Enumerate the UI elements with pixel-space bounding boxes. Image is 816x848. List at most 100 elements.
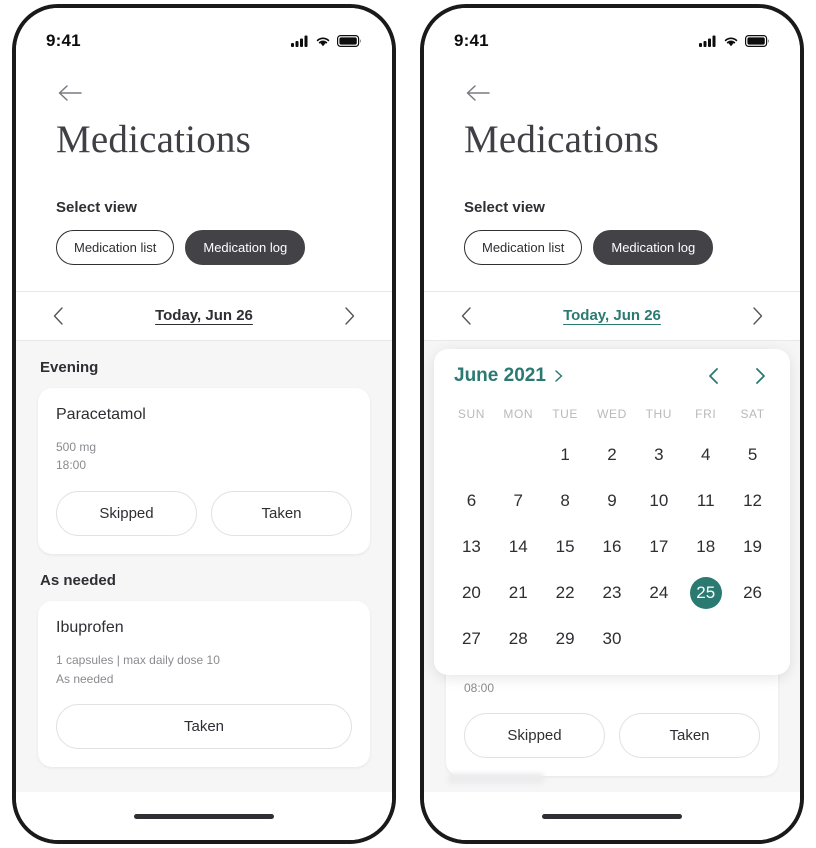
calendar-grid[interactable]: SUN MON TUE WED THU FRI SAT 1 2 3 4 5 6 7 8 9 10 11 12 13 14…: [448, 401, 776, 661]
calendar-day[interactable]: 2: [589, 433, 636, 477]
back-arrow-icon[interactable]: [464, 82, 492, 104]
calendar-day[interactable]: 8: [542, 479, 589, 523]
battery-icon: [745, 35, 770, 47]
calendar-day[interactable]: 20: [448, 571, 495, 615]
calendar-day[interactable]: 28: [495, 617, 542, 661]
chevron-right-icon: [555, 370, 563, 382]
chevron-left-icon[interactable]: [48, 305, 70, 327]
medication-action-row: Skipped Taken: [56, 491, 352, 537]
calendar-day[interactable]: 3: [635, 433, 682, 477]
calendar-day[interactable]: 15: [542, 525, 589, 569]
status-icons: [291, 35, 362, 47]
calendar-day-number: 27: [461, 628, 481, 648]
phone-right: 9:41 Medications Select view Medication …: [420, 4, 804, 844]
calendar-day[interactable]: 5: [729, 433, 776, 477]
medication-log-scroll[interactable]: Evening Paracetamol 500 mg 18:00 Skipped…: [16, 340, 392, 792]
calendar-day-number: 24: [649, 582, 669, 602]
calendar-day-number: 21: [508, 582, 528, 602]
calendar-day[interactable]: 24: [635, 571, 682, 615]
calendar-month-label: June 2021: [454, 364, 546, 386]
calendar-day-header: SAT: [740, 406, 765, 421]
calendar-day-number: 29: [555, 628, 575, 648]
calendar-day[interactable]: 11: [682, 479, 729, 523]
current-date-label[interactable]: Today, Jun 26: [155, 307, 253, 324]
calendar-day[interactable]: 6: [448, 479, 495, 523]
chevron-left-icon[interactable]: [704, 366, 724, 386]
calendar-day-number: 22: [555, 582, 575, 602]
app-header-right: Medications Select view Medication list …: [424, 60, 800, 291]
calendar-day[interactable]: 18: [682, 525, 729, 569]
chip-medication-list[interactable]: Medication list: [56, 229, 175, 265]
section-title-evening: Evening: [40, 358, 99, 376]
calendar-day[interactable]: 22: [542, 571, 589, 615]
calendar-popover: June 2021 SUN MON TUE WED THU FRI SAT 1 …: [434, 348, 790, 675]
chevron-right-icon[interactable]: [750, 366, 770, 386]
chevron-right-icon[interactable]: [338, 305, 360, 327]
calendar-day[interactable]: 29: [542, 617, 589, 661]
medication-time: 18:00: [56, 458, 87, 473]
medication-action-row: Taken: [56, 704, 352, 750]
screen-right: 9:41 Medications Select view Medication …: [424, 8, 800, 840]
calendar-day-number: 23: [602, 582, 622, 602]
skipped-button[interactable]: Skipped: [464, 713, 605, 759]
chevron-left-icon[interactable]: [456, 305, 478, 327]
medication-name: Ibuprofen: [56, 619, 124, 637]
status-bar: 9:41: [424, 8, 800, 60]
calendar-day[interactable]: 27: [448, 617, 495, 661]
chip-medication-log[interactable]: Medication log: [593, 229, 714, 265]
calendar-day[interactable]: 9: [589, 479, 636, 523]
chip-medication-log[interactable]: Medication log: [185, 229, 306, 265]
app-header-left: Medications Select view Medication list …: [16, 60, 392, 291]
calendar-day-selected[interactable]: 25: [682, 571, 729, 615]
status-time: 9:41: [46, 31, 81, 50]
page-title: Medications: [56, 118, 251, 161]
calendar-day[interactable]: 14: [495, 525, 542, 569]
medication-log-scroll[interactable]: 08:00 Skipped Taken June 2021 SUN MON TU…: [424, 340, 800, 792]
skipped-button[interactable]: Skipped: [56, 491, 197, 537]
calendar-day[interactable]: 19: [729, 525, 776, 569]
chevron-right-icon[interactable]: [746, 305, 768, 327]
calendar-day-number: 20: [461, 582, 481, 602]
calendar-day-number: 4: [700, 444, 711, 464]
screen-left: 9:41 Medications Select view Medication …: [16, 8, 392, 840]
calendar-day-empty: [495, 433, 542, 477]
calendar-day[interactable]: 7: [495, 479, 542, 523]
taken-button[interactable]: Taken: [619, 713, 760, 759]
calendar-day[interactable]: 13: [448, 525, 495, 569]
calendar-day[interactable]: 17: [635, 525, 682, 569]
status-bar: 9:41: [16, 8, 392, 60]
calendar-day[interactable]: 10: [635, 479, 682, 523]
calendar-day-number: 7: [513, 490, 523, 510]
calendar-day-number: 8: [560, 490, 570, 510]
medication-card-ibuprofen: Ibuprofen 1 capsules | max daily dose 10…: [38, 601, 370, 768]
calendar-month-selector[interactable]: June 2021: [454, 365, 565, 387]
current-date-label[interactable]: Today, Jun 26: [563, 307, 661, 324]
calendar-day[interactable]: 16: [589, 525, 636, 569]
calendar-day[interactable]: 1: [542, 433, 589, 477]
calendar-day[interactable]: 23: [589, 571, 636, 615]
calendar-day[interactable]: 30: [589, 617, 636, 661]
select-view-label: Select view: [56, 198, 137, 216]
calendar-day-number: 15: [555, 536, 575, 556]
taken-button[interactable]: Taken: [211, 491, 352, 537]
calendar-day-number: 30: [602, 628, 622, 648]
calendar-day-number: 6: [466, 490, 477, 510]
calendar-day[interactable]: 26: [729, 571, 776, 615]
calendar-day-number: 5: [747, 444, 758, 464]
select-view-label: Select view: [464, 198, 545, 216]
phone-left: 9:41 Medications Select view Medication …: [12, 4, 396, 844]
back-arrow-icon[interactable]: [56, 82, 84, 104]
calendar-day[interactable]: 4: [682, 433, 729, 477]
medication-time: 08:00: [464, 680, 495, 695]
taken-button[interactable]: Taken: [56, 704, 352, 750]
cellular-signal-icon: [699, 35, 716, 47]
calendar-day-header: SUN: [457, 406, 485, 421]
home-indicator-area: [16, 792, 392, 840]
calendar-header: June 2021: [448, 365, 776, 387]
chip-medication-list[interactable]: Medication list: [464, 229, 583, 265]
dual-phone-mockup: 9:41 Medications Select view Medication …: [0, 0, 816, 848]
calendar-day[interactable]: 21: [495, 571, 542, 615]
calendar-day-number: 13: [461, 536, 481, 556]
calendar-day-number: 2: [607, 444, 617, 464]
calendar-day[interactable]: 12: [729, 479, 776, 523]
